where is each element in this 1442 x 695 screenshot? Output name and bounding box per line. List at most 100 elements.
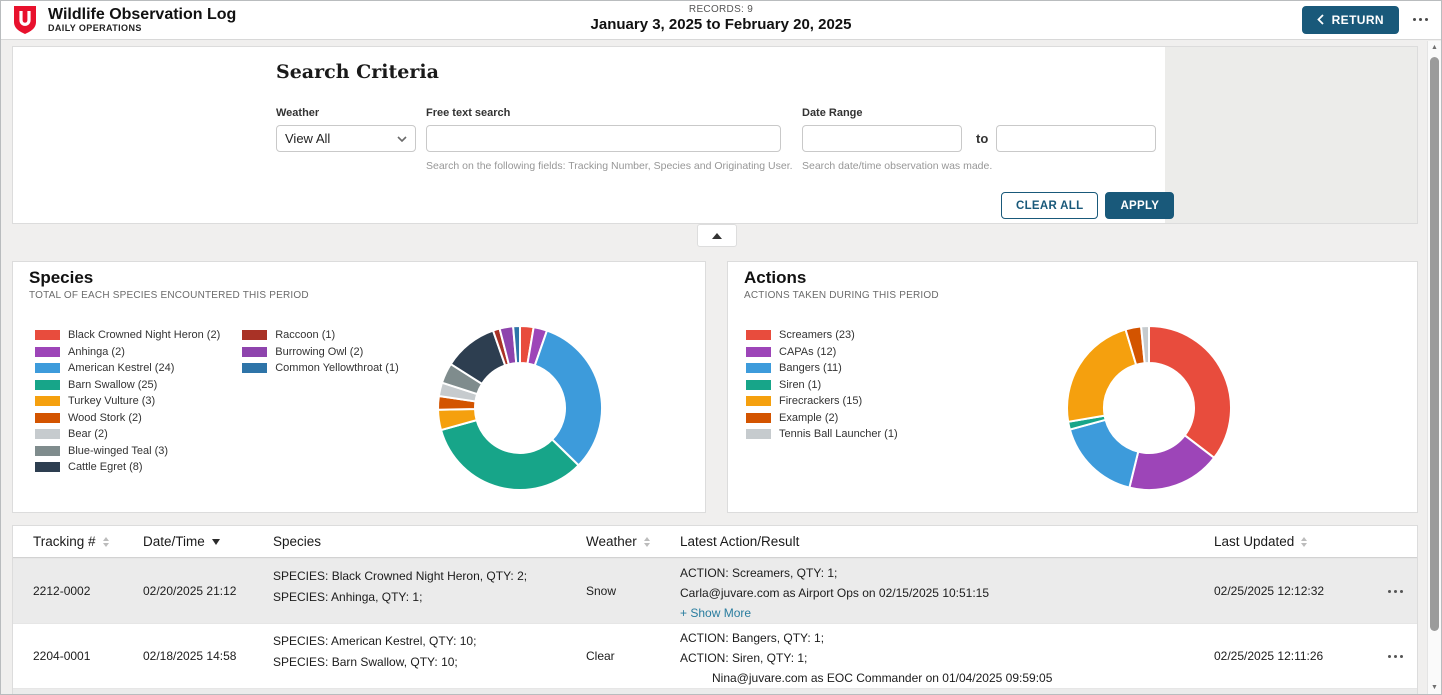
free-text-help: Search on the following fields: Tracking… — [426, 160, 793, 172]
cell-tracking-number: 2212-0002 — [13, 559, 143, 623]
cell-tracking-number — [13, 689, 143, 695]
species-legend: Black Crowned Night Heron (2) Anhinga (2)… — [35, 330, 399, 479]
return-button-label: RETURN — [1332, 13, 1384, 27]
row-menu-icon[interactable] — [1388, 655, 1403, 658]
legend-label: Screamers (23) — [779, 329, 855, 341]
legend-swatch — [35, 363, 60, 373]
sort-icon — [644, 537, 650, 547]
legend-item: Screamers (23) — [746, 330, 898, 340]
observations-table: Tracking # Date/Time Species Weather Lat… — [12, 525, 1418, 695]
legend-label: Siren (1) — [779, 379, 821, 391]
legend-label: Firecrackers (15) — [779, 395, 862, 407]
show-more-link[interactable]: + Show More — [680, 603, 1214, 623]
actions-legend: Screamers (23)CAPAs (12)Bangers (11)Sire… — [746, 330, 898, 446]
legend-label: American Kestrel (24) — [68, 362, 174, 374]
collapse-search-button[interactable] — [697, 224, 737, 247]
date-from-input[interactable] — [802, 125, 962, 152]
sort-desc-icon — [212, 539, 220, 545]
legend-swatch — [35, 462, 60, 472]
main-content: Search Criteria Weather View All Free te… — [0, 40, 1427, 695]
cell-weather — [586, 689, 680, 695]
actions-donut-chart[interactable] — [1059, 318, 1239, 498]
page-subtitle: DAILY OPERATIONS — [48, 23, 236, 33]
legend-item: Barn Swallow (25) — [35, 380, 220, 390]
date-range-help: Search date/time observation was made. — [802, 160, 992, 172]
header-menu-icon[interactable] — [1413, 18, 1428, 21]
species-donut-chart[interactable] — [430, 318, 610, 498]
return-button[interactable]: RETURN — [1302, 6, 1399, 34]
legend-item: Siren (1) — [746, 380, 898, 390]
row-menu-icon[interactable] — [1388, 590, 1403, 593]
cell-datetime: 02/18/2025 14:58 — [143, 624, 273, 688]
page-title: Wildlife Observation Log — [48, 6, 236, 23]
column-header-last-updated[interactable]: Last Updated — [1214, 534, 1374, 549]
apply-button[interactable]: APPLY — [1105, 192, 1174, 219]
legend-label: Raccoon (1) — [275, 329, 335, 341]
legend-label: Tennis Ball Launcher (1) — [779, 428, 898, 440]
cell-species: SPECIES: American Kestrel, QTY: 10;SPECI… — [273, 624, 586, 688]
legend-swatch — [746, 396, 771, 406]
date-range-label: Date Range — [802, 107, 863, 119]
legend-label: Barn Swallow (25) — [68, 379, 157, 391]
legend-swatch — [242, 330, 267, 340]
vertical-scrollbar[interactable]: ▲ ▼ — [1427, 41, 1441, 694]
legend-item: Firecrackers (15) — [746, 396, 898, 406]
cell-last-updated — [1214, 689, 1374, 695]
actions-panel-subtitle: ACTIONS TAKEN DURING THIS PERIOD — [744, 290, 939, 301]
legend-swatch — [746, 363, 771, 373]
legend-label: Anhinga (2) — [68, 346, 125, 358]
cell-latest-action: ACTION: Bangers, QTY: 1;ACTION: Siren, Q… — [680, 624, 1214, 688]
header-center: RECORDS: 9 January 3, 2025 to February 2… — [591, 4, 852, 33]
scrollbar-thumb[interactable] — [1430, 57, 1439, 631]
species-chart-panel: Species TOTAL OF EACH SPECIES ENCOUNTERE… — [12, 261, 706, 513]
scroll-down-icon[interactable]: ▼ — [1428, 684, 1441, 691]
column-header-datetime[interactable]: Date/Time — [143, 534, 273, 549]
legend-swatch — [35, 396, 60, 406]
legend-label: Blue-winged Teal (3) — [68, 445, 168, 457]
legend-item: Raccoon (1) — [242, 330, 399, 340]
cell-datetime: 02/20/2025 21:12 — [143, 559, 273, 623]
free-text-search-input[interactable] — [426, 125, 781, 152]
column-label: Last Updated — [1214, 534, 1294, 549]
legend-swatch — [242, 347, 267, 357]
legend-swatch — [35, 330, 60, 340]
cell-last-updated: 02/25/2025 12:11:26 — [1214, 624, 1374, 688]
legend-item: Bear (2) — [35, 429, 220, 439]
weather-select[interactable]: View All — [276, 125, 416, 152]
column-header-species[interactable]: Species — [273, 534, 586, 549]
legend-swatch — [746, 347, 771, 357]
legend-item: CAPAs (12) — [746, 347, 898, 357]
donut-slice[interactable] — [1149, 326, 1231, 458]
table-body: 2212-000202/20/2025 21:12SPECIES: Black … — [13, 558, 1417, 695]
report-date-range: January 3, 2025 to February 20, 2025 — [591, 16, 852, 33]
table-row: ACTION: Firecrackers, QTY: 5; — [13, 688, 1417, 695]
legend-item: Tennis Ball Launcher (1) — [746, 429, 898, 439]
date-to-input[interactable] — [996, 125, 1156, 152]
cell-species: SPECIES: Black Crowned Night Heron, QTY:… — [273, 559, 586, 623]
column-header-action[interactable]: Latest Action/Result — [680, 534, 1214, 549]
legend-item: Black Crowned Night Heron (2) — [35, 330, 220, 340]
search-criteria-title: Search Criteria — [276, 61, 439, 83]
legend-swatch — [746, 330, 771, 340]
legend-swatch — [242, 363, 267, 373]
donut-slice[interactable] — [1070, 420, 1138, 488]
table-row: 2204-000102/18/2025 14:58SPECIES: Americ… — [13, 623, 1417, 688]
column-label: Latest Action/Result — [680, 534, 799, 549]
chevron-down-icon — [397, 136, 407, 142]
cell-latest-action: ACTION: Screamers, QTY: 1;Carla@juvare.c… — [680, 559, 1214, 623]
cell-row-menu — [1374, 624, 1417, 688]
cell-weather: Snow — [586, 559, 680, 623]
column-header-weather[interactable]: Weather — [586, 534, 680, 549]
donut-slice[interactable] — [1067, 329, 1136, 421]
sort-icon — [1301, 537, 1307, 547]
legend-item: Wood Stork (2) — [35, 413, 220, 423]
table-row: 2212-000202/20/2025 21:12SPECIES: Black … — [13, 558, 1417, 623]
scroll-up-icon[interactable]: ▲ — [1428, 44, 1441, 51]
cell-weather: Clear — [586, 624, 680, 688]
clear-all-button[interactable]: CLEAR ALL — [1001, 192, 1098, 219]
legend-swatch — [35, 380, 60, 390]
legend-item: Common Yellowthroat (1) — [242, 363, 399, 373]
column-header-tracking[interactable]: Tracking # — [13, 534, 143, 549]
date-to-label: to — [976, 131, 988, 146]
search-panel-spacer — [1165, 47, 1417, 223]
